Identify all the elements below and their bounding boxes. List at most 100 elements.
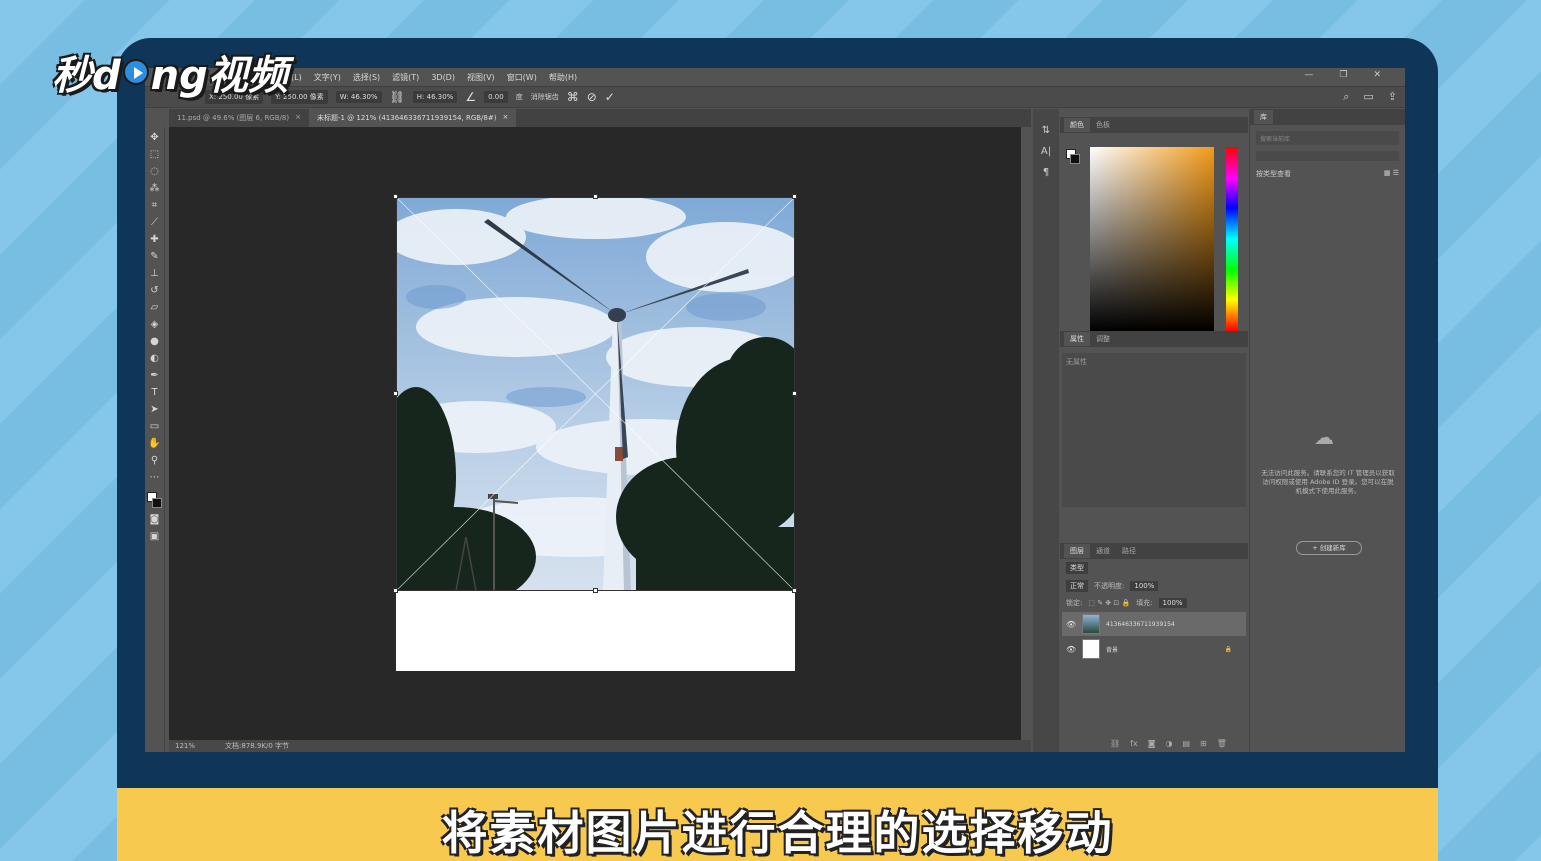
lasso-tool-icon[interactable]: ◌ bbox=[148, 165, 162, 179]
angle-field[interactable]: 0.00 bbox=[484, 91, 508, 103]
warp-icon[interactable]: ⌘ bbox=[567, 90, 579, 104]
eyedropper-tool-icon[interactable]: ⟋ bbox=[148, 216, 162, 230]
link-layers-icon[interactable]: ⛓ bbox=[1110, 739, 1120, 748]
adjustment-icon[interactable]: ◑ bbox=[1165, 739, 1172, 748]
fx-icon[interactable]: fx bbox=[1130, 739, 1138, 748]
background-swatch[interactable] bbox=[151, 498, 162, 508]
layer-row[interactable]: 👁 413646336711939154 bbox=[1062, 612, 1246, 636]
history-icon[interactable]: ⇅ bbox=[1042, 125, 1050, 136]
search-icon[interactable]: ⌕ bbox=[1343, 90, 1349, 104]
w-field[interactable]: W: 46.30% bbox=[335, 91, 382, 103]
tab-adjustments[interactable]: 调整 bbox=[1090, 332, 1116, 346]
marquee-tool-icon[interactable]: ⬚ bbox=[148, 148, 162, 162]
tab-color[interactable]: 颜色 bbox=[1064, 118, 1090, 132]
trash-icon[interactable]: 🗑 bbox=[1217, 739, 1227, 748]
history-brush-icon[interactable]: ↺ bbox=[148, 284, 162, 298]
menu-window[interactable]: 窗口(W) bbox=[507, 72, 537, 83]
quick-select-tool-icon[interactable]: ⁂ bbox=[148, 182, 162, 196]
layer-filter-select[interactable]: 类型 bbox=[1066, 562, 1088, 574]
tab-paths[interactable]: 路径 bbox=[1116, 544, 1142, 558]
workspace-icon[interactable]: ▭ bbox=[1363, 90, 1373, 104]
zoom-tool-icon[interactable]: ⚲ bbox=[148, 454, 162, 468]
dodge-tool-icon[interactable]: ◐ bbox=[148, 352, 162, 366]
transform-handle[interactable] bbox=[792, 194, 797, 199]
character-icon[interactable]: A| bbox=[1041, 146, 1051, 157]
placed-photo[interactable] bbox=[396, 197, 795, 591]
background-swatch[interactable] bbox=[1070, 154, 1080, 164]
color-panel-swatches[interactable] bbox=[1066, 149, 1080, 165]
tab-11psd[interactable]: 11.psd @ 49.6% (图层 6, RGB/8) × bbox=[169, 109, 309, 127]
document-tabs: 11.psd @ 49.6% (图层 6, RGB/8) × 未标题-1 @ 1… bbox=[169, 109, 1031, 127]
share-icon[interactable]: ⇪ bbox=[1388, 90, 1397, 104]
type-tool-icon[interactable]: T bbox=[148, 386, 162, 400]
transform-handle[interactable] bbox=[593, 194, 598, 199]
lock-icons[interactable]: ⬚ ✎ ✥ ⊡ 🔒 bbox=[1088, 599, 1130, 607]
transform-handle[interactable] bbox=[593, 588, 598, 593]
menu-filter[interactable]: 滤镜(T) bbox=[392, 72, 419, 83]
menu-3d[interactable]: 3D(D) bbox=[431, 73, 455, 82]
menu-select[interactable]: 选择(S) bbox=[353, 72, 380, 83]
restore-button[interactable]: ❐ bbox=[1339, 70, 1347, 80]
transform-handle[interactable] bbox=[792, 391, 797, 396]
transform-handle[interactable] bbox=[393, 194, 398, 199]
tab-channels[interactable]: 通道 bbox=[1090, 544, 1116, 558]
minimize-button[interactable]: — bbox=[1304, 70, 1313, 80]
hue-slider[interactable] bbox=[1226, 147, 1238, 331]
fill-label: 填充: bbox=[1136, 599, 1153, 607]
antialias-checkbox[interactable]: 消除锯齿 bbox=[531, 92, 559, 102]
visibility-eye-icon[interactable]: 👁 bbox=[1066, 645, 1076, 654]
tab-properties[interactable]: 属性 bbox=[1064, 332, 1090, 346]
visibility-eye-icon[interactable]: 👁 bbox=[1066, 620, 1076, 629]
fill-input[interactable]: 100% bbox=[1158, 598, 1187, 608]
cancel-transform-icon[interactable]: ⊘ bbox=[587, 90, 597, 104]
blur-tool-icon[interactable]: ● bbox=[148, 335, 162, 349]
healing-tool-icon[interactable]: ✚ bbox=[148, 233, 162, 247]
tab-layers[interactable]: 图层 bbox=[1064, 544, 1090, 558]
tab-close-icon[interactable]: × bbox=[502, 113, 508, 123]
stamp-tool-icon[interactable]: ⊥ bbox=[148, 267, 162, 281]
close-button[interactable]: ✕ bbox=[1373, 70, 1381, 80]
color-swatches[interactable] bbox=[146, 492, 163, 510]
eraser-tool-icon[interactable]: ▱ bbox=[148, 301, 162, 315]
more-tools-icon[interactable]: ⋯ bbox=[148, 471, 162, 485]
layer-row[interactable]: 👁 背景 🔒 bbox=[1062, 637, 1246, 661]
h-field[interactable]: H: 46.30% bbox=[412, 91, 458, 103]
document-canvas[interactable] bbox=[393, 194, 797, 671]
menu-view[interactable]: 视图(V) bbox=[467, 72, 495, 83]
tab-libraries[interactable]: 库 bbox=[1254, 110, 1273, 124]
tab-swatches[interactable]: 色板 bbox=[1090, 118, 1116, 132]
menu-type[interactable]: 文字(Y) bbox=[314, 72, 341, 83]
move-tool-icon[interactable]: ✥ bbox=[148, 131, 162, 145]
path-select-icon[interactable]: ➤ bbox=[148, 403, 162, 417]
color-picker-field[interactable] bbox=[1090, 147, 1214, 331]
quick-mask-icon[interactable]: ◙ bbox=[148, 513, 162, 527]
paragraph-icon[interactable]: ¶ bbox=[1043, 167, 1049, 178]
new-layer-icon[interactable]: ⊞ bbox=[1200, 739, 1207, 748]
doc-size[interactable]: 文档:878.9K/0 字节 bbox=[225, 741, 289, 751]
hand-tool-icon[interactable]: ✋ bbox=[148, 437, 162, 451]
mask-icon[interactable]: ◙ bbox=[1148, 739, 1156, 748]
transform-handle[interactable] bbox=[393, 588, 398, 593]
blend-mode-select[interactable]: 正常 bbox=[1066, 580, 1088, 592]
menu-help[interactable]: 帮助(H) bbox=[549, 72, 577, 83]
link-icon[interactable]: ⛓ bbox=[390, 90, 405, 104]
bucket-tool-icon[interactable]: ◈ bbox=[148, 318, 162, 332]
crop-tool-icon[interactable]: ⌗ bbox=[148, 199, 162, 213]
create-library-button[interactable]: + 创建新库 bbox=[1296, 541, 1362, 555]
transform-handle[interactable] bbox=[792, 588, 797, 593]
sort-by-type[interactable]: 按类型查看 bbox=[1256, 169, 1291, 179]
opacity-input[interactable]: 100% bbox=[1130, 581, 1159, 591]
commit-transform-icon[interactable]: ✓ bbox=[605, 90, 615, 104]
library-search-input[interactable]: 搜索当前库 bbox=[1256, 131, 1399, 145]
shape-tool-icon[interactable]: ▭ bbox=[148, 420, 162, 434]
tab-close-icon[interactable]: × bbox=[295, 113, 301, 123]
tab-untitled[interactable]: 未标题-1 @ 121% (413646336711939154, RGB/8#… bbox=[308, 109, 517, 127]
zoom-level[interactable]: 121% bbox=[175, 742, 195, 750]
view-toggle-icon[interactable]: ▦ ☰ bbox=[1384, 169, 1399, 179]
brush-tool-icon[interactable]: ✎ bbox=[148, 250, 162, 264]
pen-tool-icon[interactable]: ✒ bbox=[148, 369, 162, 383]
screen-mode-icon[interactable]: ▣ bbox=[148, 530, 162, 544]
library-select[interactable] bbox=[1256, 151, 1399, 161]
transform-handle[interactable] bbox=[393, 391, 398, 396]
group-icon[interactable]: ▤ bbox=[1182, 739, 1190, 748]
